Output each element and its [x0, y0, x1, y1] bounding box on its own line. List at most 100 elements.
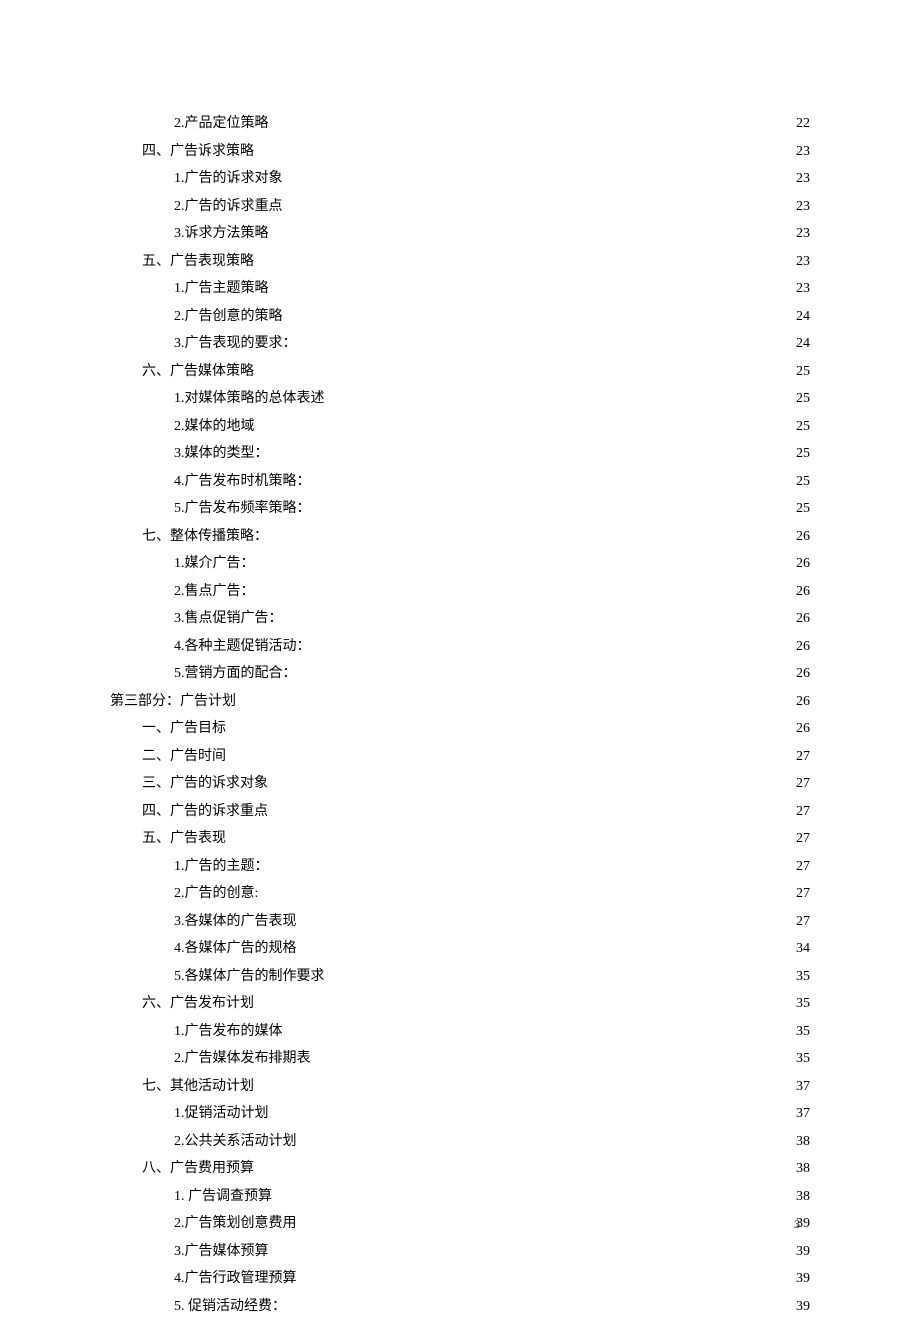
- toc-leader-dots: [286, 1296, 794, 1310]
- toc-entry: 八、广告费用预算38: [110, 1155, 810, 1183]
- toc-leader-dots: [269, 856, 795, 870]
- toc-entry-page: 23: [794, 248, 810, 276]
- toc-entry: 四、广告的诉求重点27: [110, 798, 810, 826]
- toc-leader-dots: [269, 113, 795, 127]
- toc-entry: 第三部分：广告计划26: [110, 688, 810, 716]
- toc-leader-dots: [269, 223, 795, 237]
- toc-entry-label: 3.广告表现的要求：: [174, 330, 297, 358]
- toc-entry-label: 1.促销活动计划: [174, 1100, 269, 1128]
- toc-entry: 3.诉求方法策略23: [110, 220, 810, 248]
- toc-entry-page: 27: [794, 853, 810, 881]
- toc-entry-page: 23: [794, 275, 810, 303]
- toc-leader-dots: [311, 471, 795, 485]
- toc-leader-dots: [283, 168, 795, 182]
- toc-entry-label: 2.产品定位策略: [174, 110, 269, 138]
- toc-leader-dots: [236, 691, 794, 705]
- toc-entry-label: 二、广告时间: [142, 743, 226, 771]
- toc-leader-dots: [226, 828, 794, 842]
- toc-leader-dots: [325, 388, 795, 402]
- toc-entry: 5. 促销活动经费： 39: [110, 1293, 810, 1320]
- toc-leader-dots: [325, 966, 795, 980]
- toc-entry-label: 2.广告媒体发布排期表: [174, 1045, 311, 1073]
- toc-entry: 1.媒介广告：26: [110, 550, 810, 578]
- toc-leader-dots: [297, 938, 795, 952]
- toc-entry-label: 4.广告发布时机策略：: [174, 468, 311, 496]
- toc-entry: 5.广告发布频率策略：25: [110, 495, 810, 523]
- toc-entry-page: 35: [794, 1018, 810, 1046]
- toc-entry-page: 37: [794, 1073, 810, 1101]
- toc-entry-label: 5.营销方面的配合：: [174, 660, 297, 688]
- toc-entry-label: 1.广告主题策略: [174, 275, 269, 303]
- toc-entry-label: 5. 促销活动经费：: [174, 1293, 286, 1320]
- toc-entry-label: 五、广告表现: [142, 825, 226, 853]
- toc-entry-label: 七、其他活动计划: [142, 1073, 254, 1101]
- toc-entry-label: 4.各媒体广告的规格: [174, 935, 297, 963]
- toc-leader-dots: [255, 416, 795, 430]
- toc-entry-label: 3.售点促销广告：: [174, 605, 283, 633]
- toc-leader-dots: [283, 608, 795, 622]
- toc-entry-page: 25: [794, 385, 810, 413]
- toc-leader-dots: [283, 1021, 795, 1035]
- toc-entry-page: 39: [794, 1293, 810, 1320]
- toc-leader-dots: [269, 443, 795, 457]
- toc-leader-dots: [268, 526, 794, 540]
- toc-entry-page: 37: [794, 1100, 810, 1128]
- toc-entry: 1.广告的诉求对象23: [110, 165, 810, 193]
- toc-entry-label: 三、广告的诉求对象: [142, 770, 268, 798]
- toc-entry: 1.对媒体策略的总体表述25: [110, 385, 810, 413]
- toc-entry-page: 38: [794, 1183, 810, 1211]
- toc-entry: 1.广告的主题： 27: [110, 853, 810, 881]
- toc-entry-page: 26: [794, 605, 810, 633]
- toc-entry-page: 27: [794, 908, 810, 936]
- toc-entry-label: 4.广告行政管理预算: [174, 1265, 297, 1293]
- toc-entry-page: 24: [794, 330, 810, 358]
- toc-entry: 3.广告表现的要求： 24: [110, 330, 810, 358]
- toc-entry-label: 1.广告的主题：: [174, 853, 269, 881]
- toc-entry-label: 2.媒体的地域: [174, 413, 255, 441]
- toc-entry-page: 26: [794, 523, 810, 551]
- toc-entry-page: 25: [794, 440, 810, 468]
- toc-entry-label: 六、广告媒体策略: [142, 358, 254, 386]
- toc-leader-dots: [258, 883, 794, 897]
- toc-entry: 2.公共关系活动计划38: [110, 1128, 810, 1156]
- toc-entry: 3.媒体的类型：25: [110, 440, 810, 468]
- toc-leader-dots: [255, 581, 795, 595]
- toc-entry: 2.广告的创意: 27: [110, 880, 810, 908]
- toc-entry: 五、广告表现27: [110, 825, 810, 853]
- toc-entry-label: 2.广告的创意:: [174, 880, 258, 908]
- toc-entry: 4.广告行政管理预算39: [110, 1265, 810, 1293]
- toc-entry-page: 25: [794, 358, 810, 386]
- toc-entry-page: 27: [794, 880, 810, 908]
- toc-entry-label: 2.广告策划创意费用: [174, 1210, 297, 1238]
- toc-leader-dots: [297, 1213, 795, 1227]
- toc-entry: 4.各媒体广告的规格34: [110, 935, 810, 963]
- toc-leader-dots: [254, 993, 794, 1007]
- toc-entry: 5.营销方面的配合： 26: [110, 660, 810, 688]
- toc-entry: 2.产品定位策略22: [110, 110, 810, 138]
- toc-entry-label: 1.广告发布的媒体: [174, 1018, 283, 1046]
- toc-entry-page: 26: [794, 578, 810, 606]
- toc-entry-page: 27: [794, 743, 810, 771]
- toc-entry: 1.广告主题策略 23: [110, 275, 810, 303]
- toc-entry-page: 26: [794, 688, 810, 716]
- toc-entry: 3.广告媒体预算39: [110, 1238, 810, 1266]
- toc-entry-page: 26: [794, 660, 810, 688]
- toc-leader-dots: [283, 306, 795, 320]
- toc-entry-label: 1.广告的诉求对象: [174, 165, 283, 193]
- toc-leader-dots: [311, 636, 795, 650]
- toc-entry: 2.售点广告：26: [110, 578, 810, 606]
- toc-entry-page: 23: [794, 220, 810, 248]
- toc-entry: 2.广告创意的策略24: [110, 303, 810, 331]
- toc-entry: 二、广告时间 27: [110, 743, 810, 771]
- toc-leader-dots: [254, 251, 794, 265]
- toc-leader-dots: [254, 361, 794, 375]
- toc-entry: 一、广告目标26: [110, 715, 810, 743]
- toc-leader-dots: [254, 141, 794, 155]
- toc-entry: 六、广告发布计划35: [110, 990, 810, 1018]
- toc-entry: 4.各种主题促销活动：26: [110, 633, 810, 661]
- toc-leader-dots: [269, 1241, 795, 1255]
- toc-entry-page: 38: [794, 1155, 810, 1183]
- toc-entry: 5.各媒体广告的制作要求35: [110, 963, 810, 991]
- toc-entry-page: 26: [794, 550, 810, 578]
- toc-entry-label: 2.公共关系活动计划: [174, 1128, 297, 1156]
